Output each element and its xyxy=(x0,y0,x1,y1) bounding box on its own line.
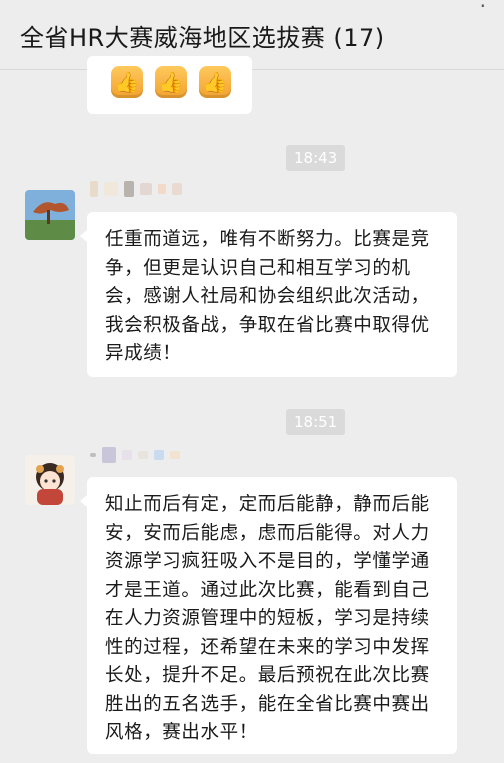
sender-name-blurred xyxy=(90,180,182,198)
message-text: 任重而道远，唯有不断努力。比赛是竞争，但更是认识自己和相互学习的机会，感谢人社局… xyxy=(105,229,430,364)
sender-name-blurred xyxy=(90,446,180,464)
thumbs-up-icon: 👍 xyxy=(199,66,231,98)
bubble-tail xyxy=(80,495,87,507)
message-bubble[interactable]: 知止而后有定，定而后能静，静而后能安，安而后能虑，虑而后能得。对人力资源学习疯狂… xyxy=(80,477,457,754)
thumbs-message-bubble[interactable]: 👍 👍 👍 xyxy=(87,56,252,114)
chat-header: 全省HR大赛威海地区选拔赛 (17) · xyxy=(0,0,504,70)
timestamp: 18:43 xyxy=(286,145,346,171)
ellipsis-icon[interactable]: · xyxy=(480,0,486,18)
message-bubble[interactable]: 任重而道远，唯有不断努力。比赛是竞争，但更是认识自己和相互学习的机会，感谢人社局… xyxy=(80,212,457,377)
chat-title: 全省HR大赛威海地区选拔赛 (17) xyxy=(20,24,385,52)
thumbs-up-icon: 👍 xyxy=(155,66,187,98)
timestamp: 18:51 xyxy=(286,409,346,435)
avatar[interactable] xyxy=(25,190,75,240)
thumbs-up-icon: 👍 xyxy=(111,66,143,98)
avatar[interactable] xyxy=(25,455,75,505)
message-text: 知止而后有定，定而后能静，静而后能安，安而后能虑，虑而后能得。对人力资源学习疯狂… xyxy=(105,494,430,743)
bubble-tail xyxy=(80,230,87,242)
